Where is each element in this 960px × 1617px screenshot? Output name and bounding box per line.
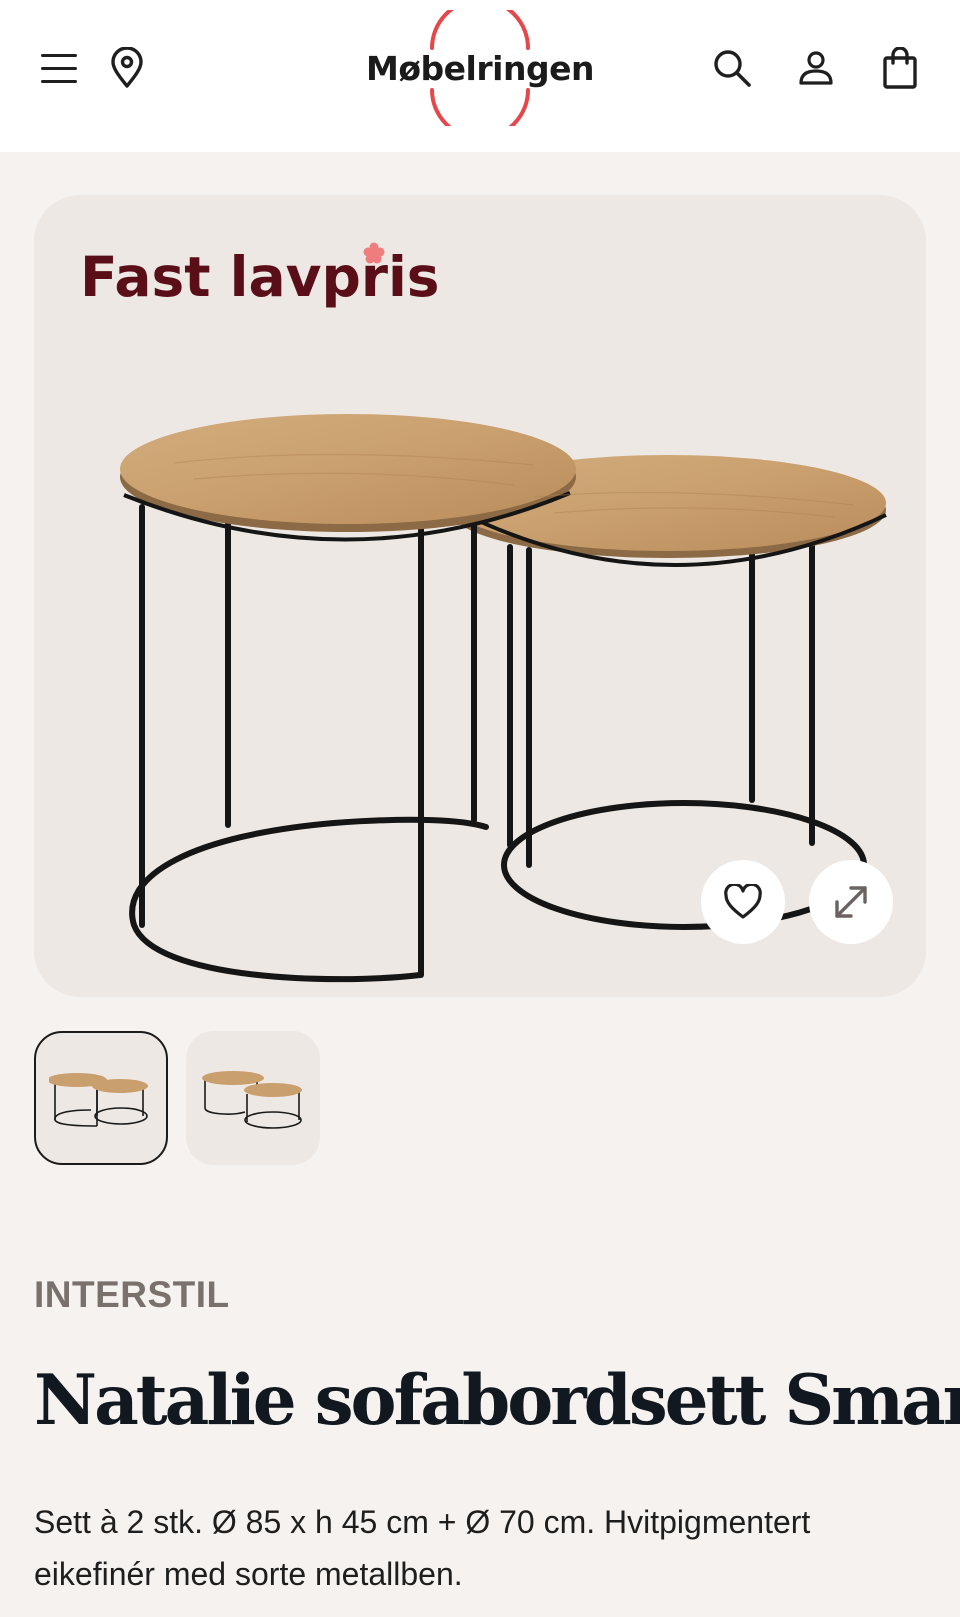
add-to-favorites-button[interactable] (701, 860, 785, 944)
search-button[interactable] (702, 38, 762, 98)
menu-button[interactable] (29, 38, 89, 98)
product-image (120, 414, 887, 983)
location-pin-icon (111, 47, 143, 88)
expand-arrows-icon (835, 886, 867, 918)
expand-image-button[interactable] (809, 860, 893, 944)
product-title: Natalie sofabordsett Smart (34, 1360, 960, 1441)
menu-icon (41, 54, 77, 83)
thumbnail-1[interactable] (34, 1031, 168, 1165)
user-icon (799, 51, 833, 85)
heart-icon (724, 884, 762, 919)
product-image-gallery[interactable]: Fast lavpris (34, 195, 926, 997)
cart-button[interactable] (870, 38, 930, 98)
account-button[interactable] (786, 38, 846, 98)
thumbnail-2[interactable] (186, 1031, 320, 1165)
product-brand[interactable]: INTERSTIL (34, 1274, 230, 1316)
thumbnail-image (202, 1071, 302, 1129)
search-icon (714, 50, 751, 87)
site-header: Møbelringen (0, 0, 960, 152)
shopping-bag-icon (883, 47, 917, 89)
logo-text: Møbelringen (366, 48, 594, 88)
store-locator-button[interactable] (97, 38, 157, 98)
product-description: Sett à 2 stk. Ø 85 x h 45 cm + Ø 70 cm. … (34, 1504, 811, 1592)
thumbnail-image (49, 1073, 148, 1127)
site-logo[interactable]: Møbelringen (360, 10, 600, 126)
